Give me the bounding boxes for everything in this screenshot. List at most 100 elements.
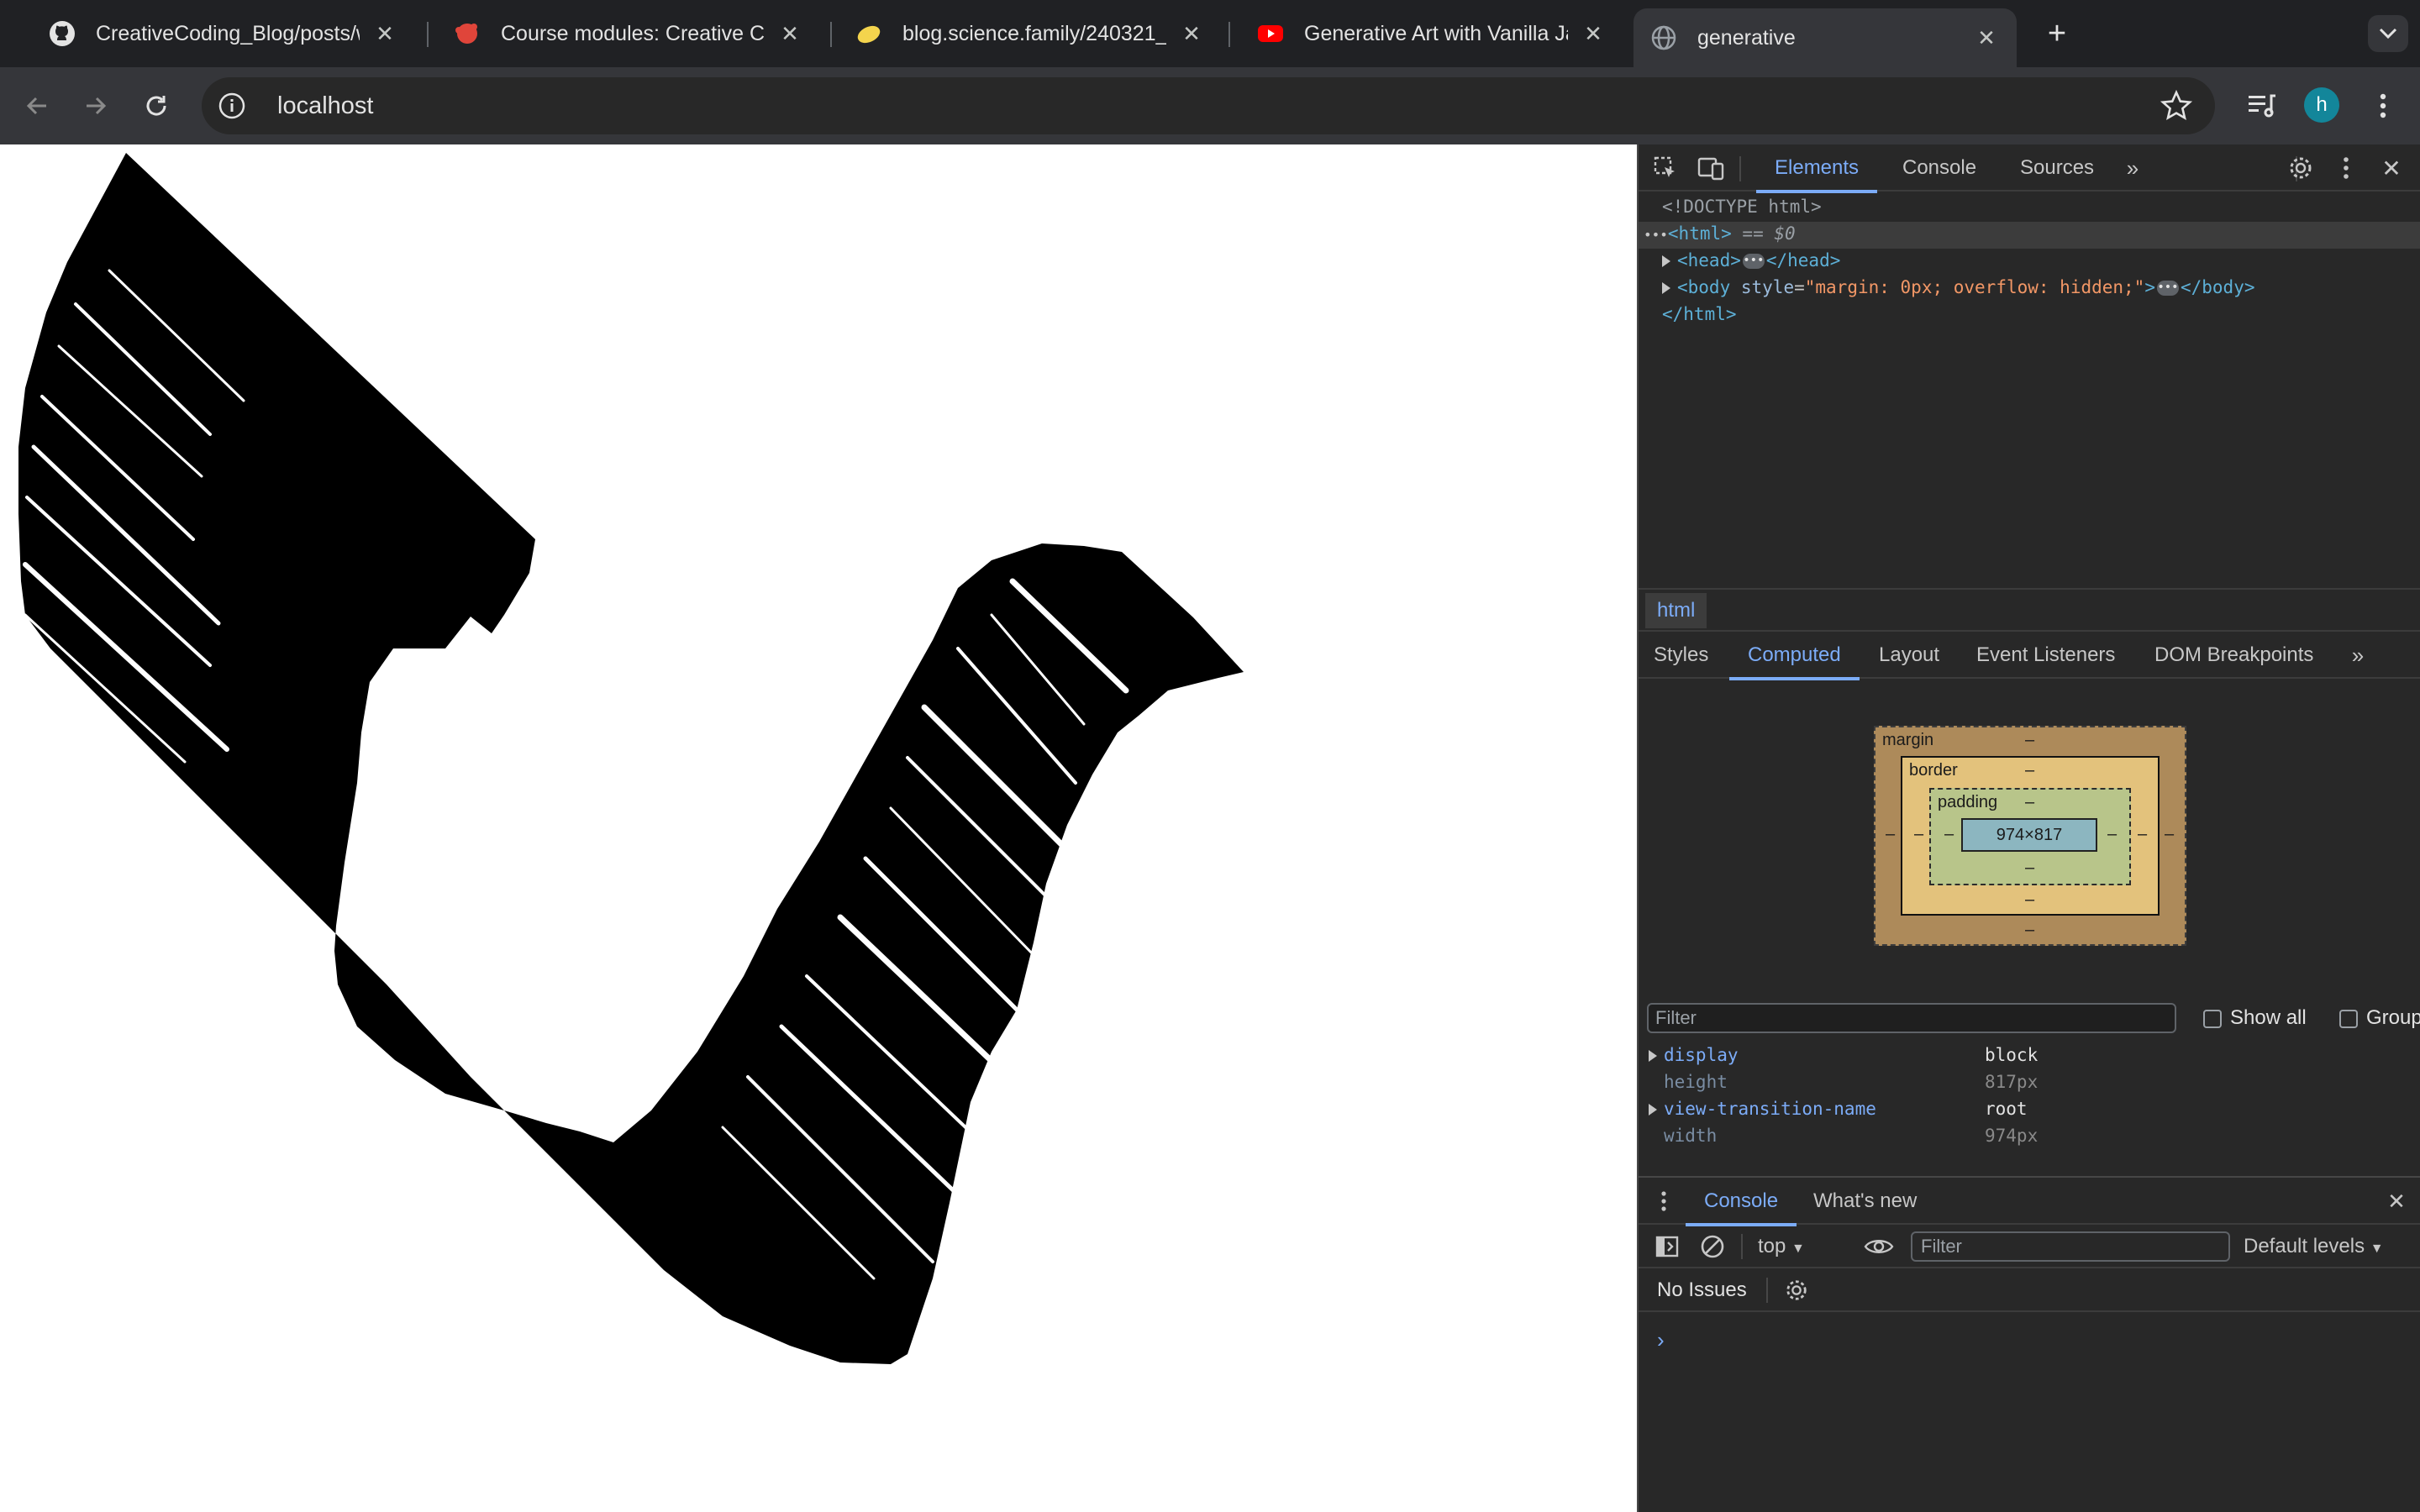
- more-subtabs-chevron-icon[interactable]: »: [2343, 640, 2373, 670]
- tab-generative-active[interactable]: generative ✕: [1634, 8, 2017, 67]
- clear-console-icon[interactable]: [1697, 1231, 1728, 1262]
- show-all-checkbox[interactable]: [2203, 1010, 2222, 1028]
- forward-button[interactable]: [72, 82, 119, 129]
- tab-title: Course modules: Creative Co: [501, 21, 765, 45]
- settings-gear-icon[interactable]: [2284, 151, 2317, 185]
- forward-arrow-icon: [87, 97, 107, 115]
- profile-avatar[interactable]: h: [2304, 87, 2339, 123]
- artwork-main-shape: [18, 153, 1244, 1364]
- tab-youtube-generative-art[interactable]: Generative Art with Vanilla Ja ✕: [1240, 8, 1623, 59]
- site-info-icon[interactable]: [215, 89, 249, 123]
- expand-triangle-icon[interactable]: [1649, 1104, 1657, 1116]
- property-name[interactable]: display: [1664, 1045, 1739, 1065]
- breadcrumb: html: [1639, 588, 2420, 632]
- close-tab-icon[interactable]: ✕: [1973, 24, 2000, 51]
- property-value: 974px: [1985, 1126, 2039, 1146]
- padding-top-value: –: [2025, 793, 2035, 811]
- inspect-element-icon[interactable]: [1649, 151, 1682, 185]
- property-name[interactable]: height: [1664, 1072, 1728, 1092]
- tab-course-modules[interactable]: Course modules: Creative Co ✕: [437, 8, 820, 59]
- dom-doctype[interactable]: <!DOCTYPE html>: [1662, 193, 1822, 220]
- github-icon: [49, 20, 76, 47]
- property-value: 817px: [1985, 1072, 2039, 1092]
- reload-button[interactable]: [133, 82, 180, 129]
- close-tab-icon[interactable]: ✕: [371, 20, 398, 47]
- property-name[interactable]: width: [1664, 1126, 1717, 1146]
- console-toolbar: top ▼ Filter Default levels ▼: [1639, 1225, 2420, 1268]
- media-control-icon[interactable]: [2238, 82, 2286, 129]
- margin-label: margin: [1882, 731, 1934, 749]
- border-bottom-value: –: [2025, 890, 2035, 909]
- computed-filter-row: Filter Show all Group: [1647, 1001, 2420, 1037]
- drawer-tab-whats-new[interactable]: What's new: [1813, 1178, 1917, 1225]
- close-tab-icon[interactable]: ✕: [1178, 20, 1205, 47]
- drawer-menu-icon[interactable]: [1650, 1186, 1677, 1216]
- console-prompt[interactable]: ›: [1657, 1327, 1665, 1353]
- subtab-computed[interactable]: Computed: [1729, 632, 1860, 680]
- tab-science-blog[interactable]: blog.science.family/240321_r ✕: [839, 8, 1222, 59]
- show-all-label: Show all: [2230, 1006, 2307, 1029]
- dom-head-node[interactable]: <head> ••• </head>: [1662, 247, 1840, 274]
- console-sidebar-icon[interactable]: [1652, 1231, 1682, 1262]
- close-drawer-icon[interactable]: ✕: [2381, 1186, 2412, 1216]
- dom-body-node[interactable]: <body style="margin: 0px; overflow: hidd…: [1662, 274, 2255, 301]
- globe-icon: [1650, 24, 1677, 51]
- course-icon: [454, 20, 481, 47]
- issues-bar: No Issues: [1639, 1268, 2420, 1312]
- address-bar[interactable]: localhost: [202, 77, 2215, 134]
- tab-github[interactable]: CreativeCoding_Blog/posts/w ✕: [32, 8, 415, 59]
- drawer-tabs: Console What's new ✕: [1639, 1178, 2420, 1226]
- computed-filter-input[interactable]: Filter: [1647, 1003, 2176, 1033]
- dom-html-node[interactable]: •••<html> == $0: [1644, 220, 1796, 249]
- subtab-dom-breakpoints[interactable]: DOM Breakpoints: [2154, 632, 2313, 679]
- bookmark-star-icon[interactable]: [2160, 89, 2193, 123]
- issues-count-text[interactable]: No Issues: [1657, 1278, 1747, 1302]
- url-text: localhost: [277, 92, 374, 119]
- context-selector[interactable]: top ▼: [1758, 1225, 1805, 1268]
- page-viewport[interactable]: [0, 144, 1637, 1512]
- devtools-tab-elements[interactable]: Elements: [1755, 144, 1878, 193]
- subtab-layout[interactable]: Layout: [1879, 632, 1939, 679]
- back-button[interactable]: [13, 82, 60, 129]
- browser-toolbar: localhost h: [0, 67, 2420, 144]
- border-right-value: –: [2138, 825, 2148, 843]
- devtools-tab-sources[interactable]: Sources: [2020, 144, 2094, 192]
- back-arrow-icon: [26, 97, 46, 115]
- console-filter-input[interactable]: Filter: [1911, 1231, 2230, 1262]
- drawer-tab-console[interactable]: Console: [1685, 1178, 1797, 1226]
- expand-triangle-icon: [1662, 255, 1670, 267]
- device-toolbar-icon[interactable]: [1694, 151, 1728, 185]
- close-devtools-icon[interactable]: ✕: [2375, 151, 2408, 185]
- tab-title: generative: [1697, 25, 1796, 50]
- property-name[interactable]: view-transition-name: [1664, 1099, 1876, 1119]
- margin-right-value: –: [2165, 825, 2175, 843]
- margin-bottom-value: –: [2025, 921, 2035, 939]
- subtab-styles[interactable]: Styles: [1654, 632, 1708, 679]
- close-tab-icon[interactable]: ✕: [776, 20, 803, 47]
- padding-right-value: –: [2107, 825, 2118, 843]
- context-selector-value: top: [1758, 1235, 1786, 1257]
- live-expression-eye-icon[interactable]: [1862, 1231, 1896, 1262]
- issues-settings-gear-icon[interactable]: [1781, 1275, 1812, 1305]
- log-levels-dropdown[interactable]: Default levels ▼: [2244, 1225, 2384, 1268]
- border-top-value: –: [2025, 761, 2035, 780]
- more-tabs-chevron-icon[interactable]: »: [2118, 153, 2148, 183]
- margin-left-value: –: [1886, 825, 1896, 843]
- tab-search-button[interactable]: [2368, 15, 2408, 52]
- expand-triangle-icon: [1662, 282, 1670, 294]
- browser-menu-icon[interactable]: [2360, 82, 2407, 129]
- box-model-content-size[interactable]: 974×817: [1961, 818, 2097, 852]
- subtab-event-listeners[interactable]: Event Listeners: [1976, 632, 2115, 679]
- margin-top-value: –: [2025, 731, 2035, 749]
- dropdown-caret-icon: ▼: [1791, 1242, 1805, 1256]
- devtools-tab-console[interactable]: Console: [1902, 144, 1976, 192]
- group-checkbox[interactable]: [2339, 1010, 2358, 1028]
- devtools-menu-icon[interactable]: [2329, 151, 2363, 185]
- log-levels-value: Default levels: [2244, 1235, 2365, 1257]
- new-tab-button[interactable]: +: [2039, 15, 2075, 52]
- console-drawer: Console What's new ✕ top ▼ Filter Defaul…: [1639, 1176, 2420, 1512]
- breadcrumb-item-html[interactable]: html: [1645, 593, 1707, 628]
- expand-triangle-icon[interactable]: [1649, 1050, 1657, 1062]
- lemon-icon: [855, 20, 882, 47]
- close-tab-icon[interactable]: ✕: [1580, 20, 1607, 47]
